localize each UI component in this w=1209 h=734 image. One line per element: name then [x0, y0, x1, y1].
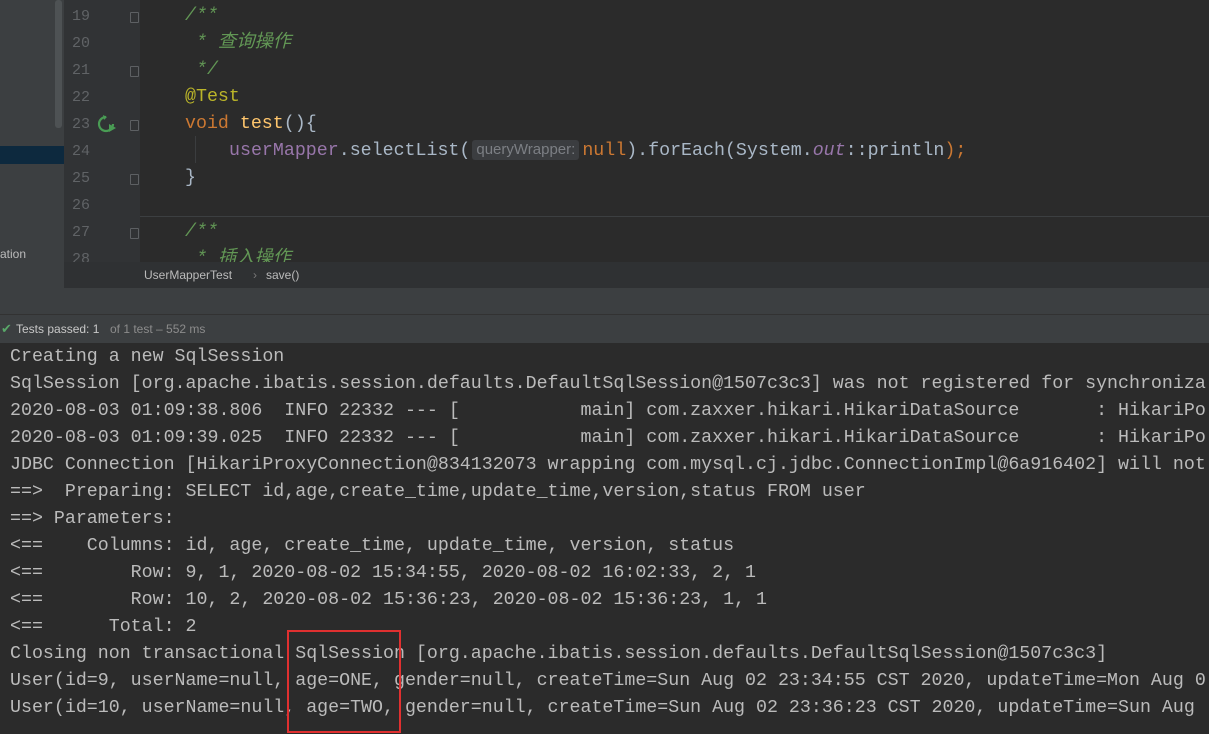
- fold-marker-icon[interactable]: [130, 174, 139, 185]
- project-panel-selected-row[interactable]: [0, 146, 64, 164]
- method-separator: [140, 216, 1209, 217]
- code-line-25[interactable]: }: [185, 165, 196, 192]
- console-line: <== Row: 9, 1, 2020-08-02 15:34:55, 2020…: [10, 563, 756, 583]
- project-panel-item-label[interactable]: ation: [0, 247, 26, 261]
- breadcrumb: UserMapperTest › save(): [64, 262, 1209, 288]
- console-line: <== Row: 10, 2, 2020-08-02 15:36:23, 202…: [10, 590, 767, 610]
- console-line: <== Columns: id, age, create_time, updat…: [10, 536, 735, 556]
- console-line: User(id=9, userName=null, age=ONE, gende…: [10, 671, 1206, 691]
- project-panel-scrollbar[interactable]: [55, 0, 62, 128]
- tests-detail-label: of 1 test – 552 ms: [110, 322, 206, 336]
- console-line: Closing non transactional SqlSession [or…: [10, 644, 1108, 664]
- null-literal: null: [582, 141, 627, 161]
- code-line-20[interactable]: * 查询操作: [185, 30, 291, 57]
- editor-gutter: 19 20 21 22 23 24 25 26 27 28: [64, 0, 140, 262]
- code-line-22[interactable]: @Test: [185, 84, 240, 111]
- static-field-out: out: [812, 141, 846, 161]
- method-ref-println: ::println: [845, 141, 945, 161]
- code-editor[interactable]: /** * 查询操作 */ @Test void test(){ userMap…: [140, 0, 1209, 262]
- console-line: 2020-08-03 01:09:39.025 INFO 22332 --- […: [10, 428, 1206, 448]
- breadcrumb-class[interactable]: UserMapperTest: [144, 262, 232, 288]
- line-number: 27: [71, 224, 90, 241]
- console-line: JDBC Connection [HikariProxyConnection@8…: [10, 455, 1206, 475]
- console-output[interactable]: Creating a new SqlSession SqlSession [or…: [0, 343, 1209, 734]
- test-status-bar: ✔ Tests passed: 1 of 1 test – 552 ms: [0, 314, 1209, 343]
- line-number: 19: [71, 8, 90, 25]
- call-foreach: ).forEach(System.: [626, 141, 813, 161]
- run-tool-window-header: [0, 288, 1209, 314]
- console-line: ==> Parameters:: [10, 509, 186, 529]
- line-number: 26: [71, 197, 90, 214]
- code-line-19[interactable]: /**: [185, 3, 218, 30]
- line-number: 28: [71, 251, 90, 262]
- fold-marker-icon[interactable]: [130, 66, 139, 77]
- statement-end: );: [944, 141, 967, 161]
- line-number: 21: [71, 62, 90, 79]
- breadcrumb-method[interactable]: save(): [266, 262, 299, 288]
- console-line: SqlSession [org.apache.ibatis.session.de…: [10, 374, 1206, 394]
- tests-passed-label: Tests passed: 1: [16, 322, 100, 336]
- run-test-icon[interactable]: [97, 115, 117, 133]
- line-number: 20: [71, 35, 90, 52]
- fold-marker-icon[interactable]: [130, 120, 139, 131]
- method-parens: (){: [283, 114, 317, 134]
- code-line-27[interactable]: /**: [185, 219, 218, 246]
- fold-marker-icon[interactable]: [130, 228, 139, 239]
- console-line: <== Total: 2: [10, 617, 197, 637]
- console-line: Creating a new SqlSession: [10, 347, 285, 367]
- indent-guide: [195, 136, 196, 163]
- check-icon: ✔: [1, 321, 12, 336]
- console-line: User(id=10, userName=null, age=TWO, gend…: [10, 698, 1195, 718]
- console-line: 2020-08-03 01:09:38.806 INFO 22332 --- […: [10, 401, 1206, 421]
- parameter-hint: queryWrapper:: [472, 140, 580, 160]
- highlight-box: [287, 630, 401, 733]
- project-panel: ation: [0, 0, 64, 288]
- code-line-24[interactable]: userMapper.selectList(queryWrapper: null)…: [229, 138, 966, 165]
- line-number: 22: [71, 89, 90, 106]
- console-line: ==> Preparing: SELECT id,age,create_time…: [10, 482, 866, 502]
- breadcrumb-separator-icon: ›: [253, 268, 257, 282]
- line-number: 25: [71, 170, 90, 187]
- keyword-void: void: [185, 114, 240, 134]
- code-line-28[interactable]: * 插入操作: [185, 246, 291, 262]
- code-line-21[interactable]: */: [185, 57, 218, 84]
- field-usermapper: userMapper: [229, 141, 339, 161]
- code-line-23[interactable]: void test(){: [185, 111, 317, 138]
- line-number: 23: [71, 116, 90, 133]
- line-number: 24: [71, 143, 90, 160]
- call-selectlist: .selectList(: [338, 141, 471, 161]
- method-name: test: [239, 114, 284, 134]
- fold-marker-icon[interactable]: [130, 12, 139, 23]
